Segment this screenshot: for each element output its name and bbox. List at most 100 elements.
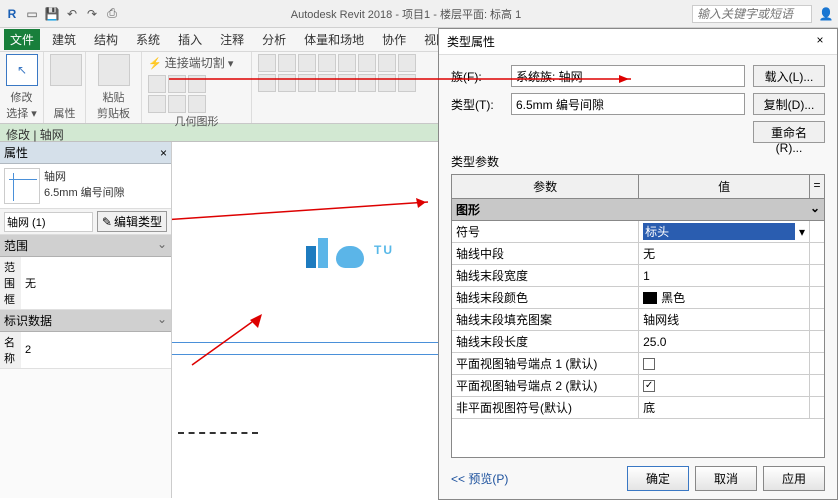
menu-collab[interactable]: 协作	[376, 29, 412, 50]
param-row[interactable]: 轴线中段无	[452, 243, 824, 265]
modify-tool-icon[interactable]: ↖	[6, 54, 38, 86]
param-row[interactable]: 符号标头▾	[452, 221, 824, 243]
menu-systems[interactable]: 系统	[130, 29, 166, 50]
mod-tool[interactable]	[298, 74, 316, 92]
geometry-panel-label: 几何图形	[148, 113, 245, 129]
annotation-arrows	[172, 142, 442, 502]
instance-selector[interactable]: 轴网 (1)	[4, 212, 93, 232]
family-select[interactable]: 系统族: 轴网	[511, 65, 745, 87]
mod-tool[interactable]	[378, 54, 396, 72]
mod-tool[interactable]	[338, 54, 356, 72]
clipboard-panel-label: 剪贴板	[92, 105, 135, 121]
paste-icon[interactable]	[98, 54, 130, 86]
mod-tool[interactable]	[358, 74, 376, 92]
rename-button[interactable]: 重命名(R)...	[753, 121, 825, 143]
geom-tool-6[interactable]	[188, 95, 206, 113]
mod-tool[interactable]	[258, 74, 276, 92]
param-name: 符号	[452, 221, 639, 242]
menu-massing[interactable]: 体量和场地	[298, 29, 370, 50]
duplicate-button[interactable]: 复制(D)...	[753, 93, 825, 115]
prop-extentbox-value[interactable]	[21, 257, 171, 309]
param-value[interactable]: 黑色	[639, 287, 810, 308]
dropdown-icon[interactable]: ▾	[799, 225, 805, 239]
dialog-close-icon[interactable]: ×	[811, 33, 829, 50]
geom-tool-2[interactable]	[168, 75, 186, 93]
prop-group-id[interactable]: 标识数据⌄	[0, 310, 171, 332]
select-dropdown[interactable]: 选择 ▾	[6, 105, 37, 121]
col-eq: =	[810, 175, 824, 198]
apply-button[interactable]: 应用	[763, 466, 825, 491]
params-label: 类型参数	[439, 153, 837, 174]
mod-tool[interactable]	[298, 54, 316, 72]
menu-struct[interactable]: 结构	[88, 29, 124, 50]
close-properties-icon[interactable]: ×	[160, 146, 167, 160]
properties-title: 属性	[4, 144, 28, 161]
type-select[interactable]: 6.5mm 编号间隙	[511, 93, 745, 115]
properties-icon[interactable]	[50, 54, 82, 86]
param-row[interactable]: 轴线末段长度25.0	[452, 331, 824, 353]
family-label: 族(F):	[451, 68, 503, 85]
mod-tool[interactable]	[398, 54, 416, 72]
param-row[interactable]: 轴线末段宽度1	[452, 265, 824, 287]
edit-type-icon: ✎	[102, 215, 112, 229]
mod-tool[interactable]	[338, 74, 356, 92]
search-input[interactable]	[692, 5, 812, 23]
param-value[interactable]: 25.0	[639, 331, 810, 352]
mod-tool[interactable]	[278, 74, 296, 92]
mod-tool[interactable]	[318, 54, 336, 72]
param-value[interactable]: 1	[639, 265, 810, 286]
param-name: 轴线中段	[452, 243, 639, 264]
param-row[interactable]: 轴线末段填充图案轴网线	[452, 309, 824, 331]
link-cut-button[interactable]: ⚡ 连接端切割 ▾	[148, 54, 245, 71]
undo-icon[interactable]: ↶	[64, 6, 80, 22]
ok-button[interactable]: 确定	[627, 466, 689, 491]
geom-tool-1[interactable]	[148, 75, 166, 93]
mod-tool[interactable]	[278, 54, 296, 72]
geom-tool-4[interactable]	[148, 95, 166, 113]
save-icon[interactable]: 💾	[44, 6, 60, 22]
mod-tool[interactable]	[358, 54, 376, 72]
redo-icon[interactable]: ↷	[84, 6, 100, 22]
checkbox[interactable]	[643, 358, 655, 370]
menu-analyze[interactable]: 分析	[256, 29, 292, 50]
mod-tool[interactable]	[318, 74, 336, 92]
prop-extentbox-label: 范围框	[0, 257, 21, 309]
mod-tool[interactable]	[398, 74, 416, 92]
param-row[interactable]: 轴线末段颜色黑色	[452, 287, 824, 309]
params-table: 参数 值 = 图形⌄ 符号标头▾轴线中段无轴线末段宽度1轴线末段颜色黑色轴线末段…	[451, 174, 825, 458]
menu-file[interactable]: 文件	[4, 29, 40, 50]
open-icon[interactable]: ▭	[24, 6, 40, 22]
user-icon[interactable]: 👤	[818, 6, 834, 22]
param-value[interactable]: 轴网线	[639, 309, 810, 330]
param-value[interactable]	[639, 375, 810, 396]
prop-name-value[interactable]	[21, 332, 171, 368]
print-icon[interactable]: ⎙	[104, 6, 120, 22]
param-value[interactable]: 无	[639, 243, 810, 264]
preview-toggle[interactable]: << 预览(P)	[451, 470, 508, 487]
type-name: 6.5mm 编号间隙	[44, 184, 167, 200]
cancel-button[interactable]: 取消	[695, 466, 757, 491]
menu-insert[interactable]: 插入	[172, 29, 208, 50]
param-name: 轴线末段宽度	[452, 265, 639, 286]
dialog-title: 类型属性	[447, 33, 495, 50]
mod-tool[interactable]	[258, 54, 276, 72]
mod-tool[interactable]	[378, 74, 396, 92]
group-graphics[interactable]: 图形⌄	[452, 199, 824, 221]
edit-type-button[interactable]: ✎ 编辑类型	[97, 211, 167, 232]
param-name: 轴线末段填充图案	[452, 309, 639, 330]
param-row[interactable]: 平面视图轴号端点 2 (默认)	[452, 375, 824, 397]
col-value: 值	[639, 175, 810, 198]
load-button[interactable]: 载入(L)...	[753, 65, 825, 87]
param-value[interactable]: 标头▾	[639, 221, 810, 242]
param-row[interactable]: 非平面视图符号(默认)底	[452, 397, 824, 419]
paste-label: 粘贴	[92, 89, 135, 105]
param-value[interactable]	[639, 353, 810, 374]
menu-annotate[interactable]: 注释	[214, 29, 250, 50]
prop-group-extent[interactable]: 范围⌄	[0, 235, 171, 257]
geom-tool-3[interactable]	[188, 75, 206, 93]
menu-arch[interactable]: 建筑	[46, 29, 82, 50]
param-value[interactable]: 底	[639, 397, 810, 418]
geom-tool-5[interactable]	[168, 95, 186, 113]
param-row[interactable]: 平面视图轴号端点 1 (默认)	[452, 353, 824, 375]
checkbox[interactable]	[643, 380, 655, 392]
